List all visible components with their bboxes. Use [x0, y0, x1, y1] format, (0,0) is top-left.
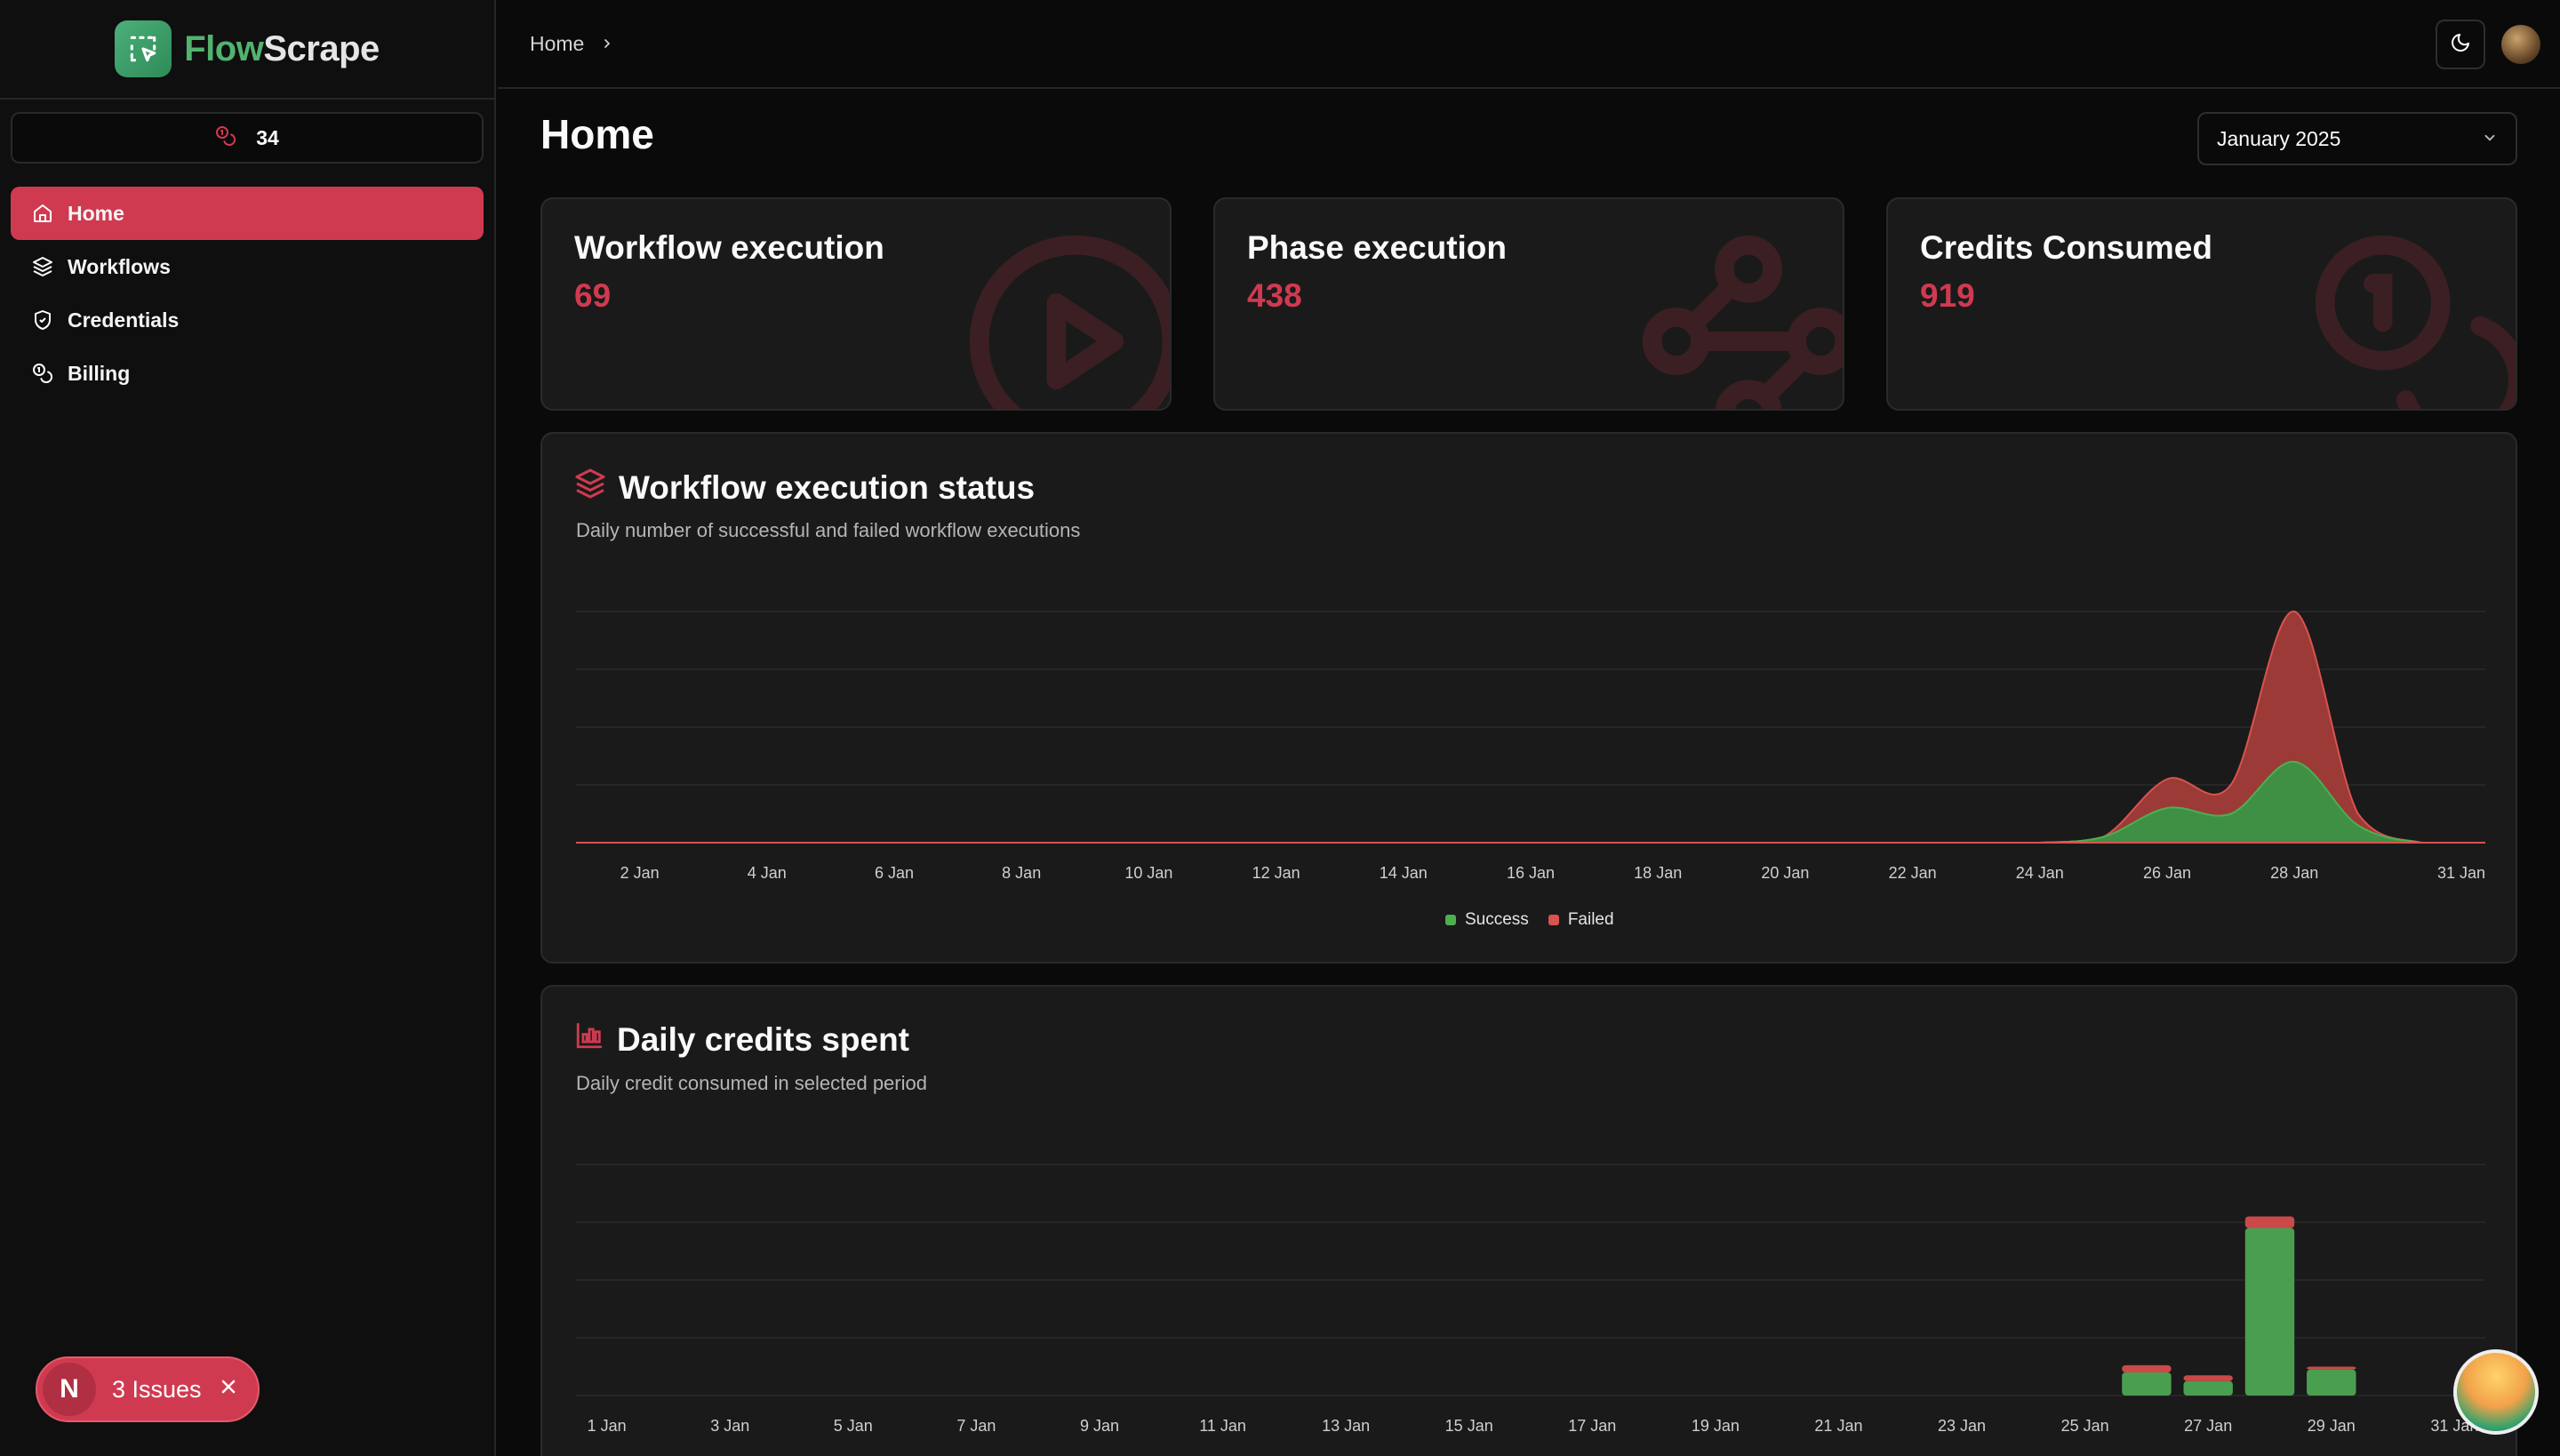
- workflow-status-panel: Workflow execution status Daily number o…: [540, 432, 2517, 964]
- x-tick-label: 11 Jan: [1199, 1417, 1246, 1435]
- layers-icon: [32, 256, 53, 277]
- credits-value: 34: [256, 125, 279, 149]
- sidebar-item-label: Home: [68, 201, 124, 225]
- period-select[interactable]: January 2025: [2197, 112, 2517, 165]
- stat-card-phase-execution: Phase execution 438: [1213, 197, 1844, 411]
- sidebar-item-label: Credentials: [68, 308, 180, 332]
- breadcrumb-home[interactable]: Home: [530, 32, 584, 56]
- x-tick-label: 16 Jan: [1507, 864, 1555, 882]
- theme-toggle-button[interactable]: [2436, 20, 2485, 69]
- coins-icon: [2315, 235, 2516, 409]
- legend-success[interactable]: Success: [1445, 910, 1529, 930]
- x-tick-label: 26 Jan: [2143, 864, 2191, 882]
- page-title: Home: [540, 111, 654, 157]
- x-tick-label: 24 Jan: [2016, 864, 2064, 882]
- stat-card-credits-consumed: Credits Consumed 919: [1886, 197, 2517, 411]
- logo[interactable]: FlowScrape: [0, 0, 494, 100]
- avatar[interactable]: [2501, 25, 2540, 64]
- x-tick-label: 2 Jan: [620, 864, 660, 882]
- x-tick-label: 17 Jan: [1568, 1417, 1616, 1435]
- x-tick-label: 20 Jan: [1761, 864, 1809, 882]
- period-value: January 2025: [2217, 126, 2341, 150]
- x-tick-label: 14 Jan: [1380, 864, 1428, 882]
- sidebar-item-home[interactable]: Home: [11, 187, 484, 240]
- x-tick-label: 25 Jan: [2061, 1417, 2109, 1435]
- chart-legend: Success Failed: [1445, 910, 1614, 930]
- chevron-down-icon: [2482, 127, 2498, 151]
- x-tick-label: 1 Jan: [588, 1417, 627, 1435]
- home-icon: [32, 203, 53, 224]
- chevron-right-icon: [600, 32, 614, 56]
- moon-icon: [2450, 32, 2471, 58]
- sidebar-item-billing[interactable]: Billing: [11, 347, 484, 400]
- issues-label: 3 Issues: [112, 1375, 202, 1403]
- app-name: FlowScrape: [184, 28, 380, 68]
- x-tick-label: 8 Jan: [1002, 864, 1041, 882]
- execution-status-chart[interactable]: 2 Jan 4 Jan 6 Jan 8 Jan 10 Jan 12 Jan 14 Jan 16…: [542, 434, 2519, 965]
- x-tick-label: 29 Jan: [2308, 1417, 2356, 1435]
- x-tick-label: 19 Jan: [1692, 1417, 1740, 1435]
- assistant-avatar-button[interactable]: [2453, 1349, 2539, 1435]
- x-tick-label: 28 Jan: [2270, 864, 2318, 882]
- bar-success: [2244, 1228, 2295, 1396]
- issues-letter: N: [43, 1363, 96, 1416]
- play-circle-icon: [969, 235, 1170, 409]
- x-tick-label: 15 Jan: [1445, 1417, 1493, 1435]
- daily-credits-chart[interactable]: 1 Jan 3 Jan 5 Jan 7 Jan 9 Jan 11 Jan 13 Jan 15 …: [542, 987, 2519, 1456]
- top-bar: Home: [498, 0, 2560, 89]
- bar-success: [2122, 1372, 2172, 1396]
- sidebar-item-label: Billing: [68, 361, 131, 385]
- bar-failed: [2307, 1366, 2356, 1370]
- coins-icon: [215, 125, 236, 151]
- x-tick-label: 6 Jan: [875, 864, 914, 882]
- close-icon[interactable]: [218, 1376, 239, 1404]
- x-tick-label: 3 Jan: [710, 1417, 749, 1435]
- x-tick-label: 23 Jan: [1938, 1417, 1986, 1435]
- coins-icon: [32, 363, 53, 384]
- bar-failed: [2183, 1375, 2233, 1381]
- credits-balance[interactable]: 34: [11, 112, 484, 164]
- sidebar-nav: Home Workflows Credentials Billing: [11, 187, 484, 400]
- x-tick-label: 21 Jan: [1814, 1417, 1862, 1435]
- breadcrumb: Home: [530, 32, 614, 56]
- legend-failed[interactable]: Failed: [1548, 910, 1614, 930]
- x-tick-label: 4 Jan: [748, 864, 787, 882]
- shield-icon: [32, 309, 53, 331]
- bar-success: [2307, 1369, 2356, 1396]
- bar-failed: [2244, 1216, 2295, 1228]
- stat-card-workflow-execution: Workflow execution 69: [540, 197, 1172, 411]
- x-tick-label: 12 Jan: [1252, 864, 1300, 882]
- sidebar-item-credentials[interactable]: Credentials: [11, 293, 484, 347]
- daily-credits-panel: Daily credits spent Daily credit consume…: [540, 985, 2517, 1456]
- x-tick-label: 31 Jan: [2437, 864, 2485, 882]
- x-tick-label: 5 Jan: [834, 1417, 873, 1435]
- x-tick-label: 22 Jan: [1889, 864, 1937, 882]
- sidebar-item-workflows[interactable]: Workflows: [11, 240, 484, 293]
- x-tick-label: 7 Jan: [956, 1417, 996, 1435]
- sidebar: FlowScrape 34 Home Workflows Credentials…: [0, 0, 496, 1456]
- issues-badge[interactable]: N 3 Issues: [36, 1356, 260, 1422]
- x-tick-label: 27 Jan: [2184, 1417, 2232, 1435]
- x-tick-label: 9 Jan: [1080, 1417, 1119, 1435]
- waypoints-icon: [1642, 235, 1843, 409]
- x-tick-label: 18 Jan: [1634, 864, 1682, 882]
- logo-icon: [115, 20, 172, 77]
- x-tick-label: 10 Jan: [1124, 864, 1172, 882]
- x-tick-label: 13 Jan: [1322, 1417, 1370, 1435]
- bar-failed: [2122, 1364, 2172, 1372]
- sidebar-item-label: Workflows: [68, 254, 171, 278]
- bar-success: [2183, 1380, 2233, 1396]
